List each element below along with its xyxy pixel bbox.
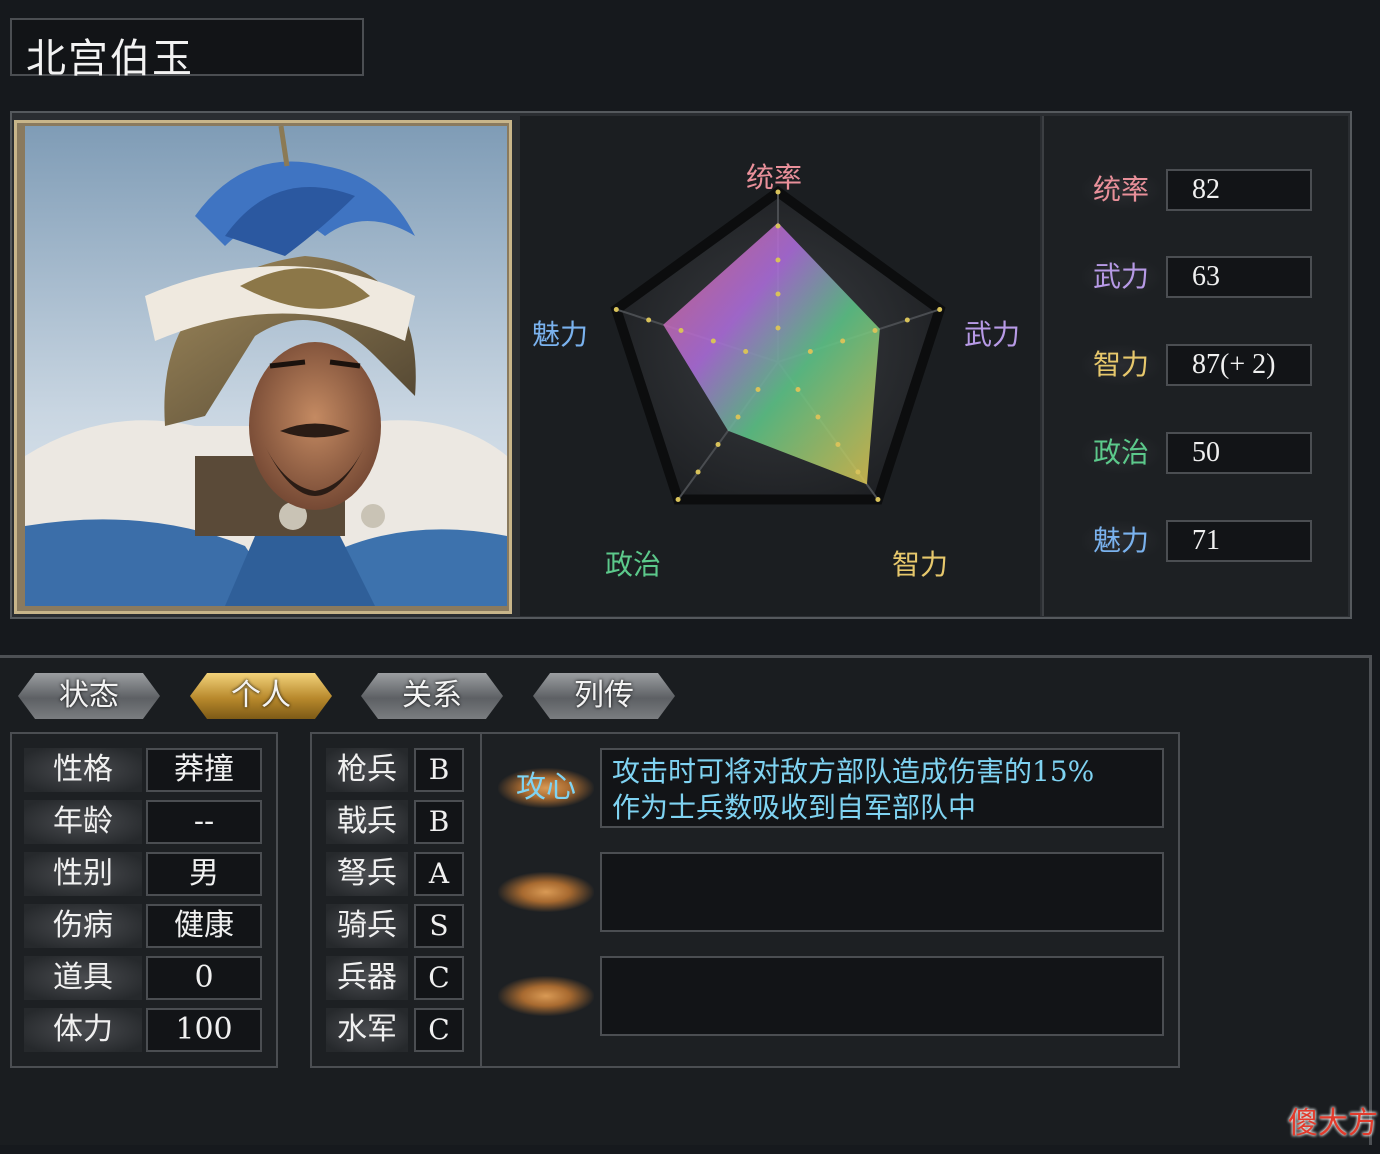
radar-label-charm: 魅力 <box>532 318 589 351</box>
skill-description-1: 攻击时可将对敌方部队造成伤害的15% 作为士兵数吸收到自军部队中 <box>600 748 1164 828</box>
personal-label-personality: 性格 <box>24 748 142 792</box>
personal-label-health: 伤病 <box>24 904 142 948</box>
stat-label-politics: 政治 <box>1082 433 1160 473</box>
tab-status[interactable]: 状态 <box>18 673 160 719</box>
radar-tick-dot <box>710 338 716 344</box>
radar-label-command: 统率 <box>746 161 803 194</box>
personal-value-items: 0 <box>146 956 262 1000</box>
personal-value-stamina: 100 <box>146 1008 262 1052</box>
troop-label-crossbow: 弩兵 <box>326 852 408 896</box>
radar-tick-dot <box>835 442 841 448</box>
panel-divider <box>480 734 482 1066</box>
personal-value-age: -- <box>146 800 262 844</box>
radar-tick-dot <box>807 348 813 354</box>
troop-label-halberd: 戟兵 <box>326 800 408 844</box>
radar-tick-dot <box>795 387 801 393</box>
officer-name: 北宫伯玉 <box>26 36 194 82</box>
radar-label-intelligence: 智力 <box>892 548 949 581</box>
troop-label-navy: 水军 <box>326 1008 408 1052</box>
skill-description-3 <box>600 956 1164 1036</box>
radar-tick-dot <box>775 291 781 297</box>
personal-label-items: 道具 <box>24 956 142 1000</box>
skill-badge-3[interactable] <box>498 976 594 1016</box>
troop-value-halberd: B <box>414 800 464 844</box>
officer-name-box: 北宫伯玉 <box>10 18 364 82</box>
tab-personal[interactable]: 个人 <box>190 673 332 719</box>
skill-badge-2[interactable] <box>498 872 594 912</box>
stat-value-command: 82 <box>1166 169 1312 211</box>
stat-label-intelligence: 智力 <box>1082 345 1160 385</box>
personal-value-health: 健康 <box>146 904 262 948</box>
radar-tick-dot <box>613 306 619 312</box>
skill-description-1-line-1: 攻击时可将对敌方部队造成伤害的15% <box>612 755 1095 788</box>
personal-label-age: 年龄 <box>24 800 142 844</box>
troop-label-spear: 枪兵 <box>326 748 408 792</box>
radar-tick-dot <box>937 306 943 312</box>
stat-value-politics: 50 <box>1166 432 1312 474</box>
stat-value-strength: 63 <box>1166 256 1312 298</box>
radar-tick-dot <box>775 325 781 331</box>
personal-label-stamina: 体力 <box>24 1008 142 1052</box>
troop-value-cavalry: S <box>414 904 464 948</box>
stat-label-charm: 魅力 <box>1082 521 1160 561</box>
stat-label-command: 统率 <box>1082 170 1160 210</box>
personal-value-personality: 莽撞 <box>146 748 262 792</box>
troop-value-crossbow: A <box>414 852 464 896</box>
radar-tick-dot <box>840 338 846 344</box>
radar-tick-dot <box>904 317 910 323</box>
radar-tick-dot <box>872 327 878 333</box>
radar-tick-dot <box>743 348 749 354</box>
radar-tick-dot <box>855 469 861 475</box>
radar-tick-dot <box>675 497 681 503</box>
skill-description-2 <box>600 852 1164 932</box>
stat-label-strength: 武力 <box>1082 257 1160 297</box>
troop-value-spear: B <box>414 748 464 792</box>
radar-tick-dot <box>735 414 741 420</box>
troop-value-navy: C <box>414 1008 464 1052</box>
officer-portrait <box>25 126 507 606</box>
radar-tick-dot <box>715 442 721 448</box>
stat-value-intelligence: 87(+ 2) <box>1166 344 1312 386</box>
radar-tick-dot <box>678 327 684 333</box>
radar-tick-dot <box>875 497 881 503</box>
radar-tick-dot <box>775 257 781 263</box>
personal-value-gender: 男 <box>146 852 262 896</box>
skill-badge-1[interactable]: 攻心 <box>498 768 594 808</box>
radar-tick-dot <box>646 317 652 323</box>
stat-value-charm: 71 <box>1166 520 1312 562</box>
tab-relations[interactable]: 关系 <box>361 673 503 719</box>
radar-tick-dot <box>755 387 761 393</box>
radar-label-politics: 政治 <box>605 548 662 581</box>
skill-description-1-line-2: 作为士兵数吸收到自军部队中 <box>612 791 977 824</box>
troop-label-cavalry: 骑兵 <box>326 904 408 948</box>
troop-value-siege: C <box>414 956 464 1000</box>
watermark-logo: 傻大方 <box>1288 1106 1378 1141</box>
radar-label-strength: 武力 <box>964 318 1021 351</box>
personal-label-gender: 性别 <box>24 852 142 896</box>
troop-label-siege: 兵器 <box>326 956 408 1000</box>
radar-tick-dot <box>775 223 781 229</box>
radar-tick-dot <box>815 414 821 420</box>
radar-tick-dot <box>695 469 701 475</box>
tab-biography[interactable]: 列传 <box>533 673 675 719</box>
